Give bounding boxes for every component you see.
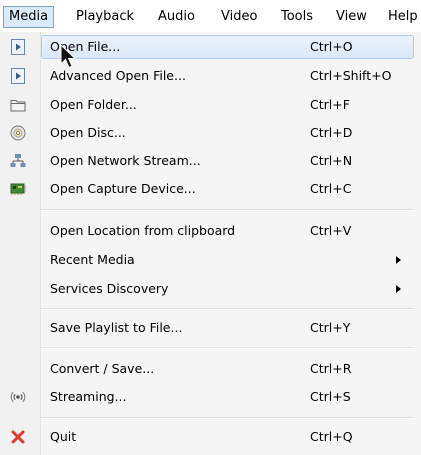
menubar-tools[interactable]: Tools	[276, 6, 318, 28]
menu-item-shortcut: Ctrl+O	[310, 39, 353, 54]
menu-item-shortcut: Ctrl+Q	[310, 429, 353, 444]
menubar-media[interactable]: Media	[3, 6, 55, 28]
menu-item-shortcut: Ctrl+R	[310, 361, 352, 376]
menu-item-label: Quit	[50, 429, 77, 444]
submenu-arrow-icon	[396, 256, 401, 264]
menubar-audio[interactable]: Audio	[153, 6, 200, 28]
menu-item-open-network-stream[interactable]: Open Network Stream... Ctrl+N	[0, 148, 421, 174]
menu-item-services-discovery[interactable]: Services Discovery	[0, 276, 421, 302]
capture-card-icon	[10, 181, 26, 197]
menu-item-save-playlist[interactable]: Save Playlist to File... Ctrl+Y	[0, 315, 421, 341]
menu-item-label: Services Discovery	[50, 281, 169, 296]
menu-separator	[41, 308, 414, 310]
menu-item-shortcut: Ctrl+D	[310, 125, 353, 140]
menu-item-shortcut: Ctrl+S	[310, 389, 351, 404]
quit-x-icon	[10, 429, 26, 445]
menu-item-label: Open Location from clipboard	[50, 223, 236, 238]
folder-icon	[10, 97, 26, 113]
menu-item-open-location-clipboard[interactable]: Open Location from clipboard Ctrl+V	[0, 218, 421, 244]
menubar-playback[interactable]: Playback	[71, 6, 139, 28]
disc-icon	[10, 125, 26, 141]
menu-item-quit[interactable]: Quit Ctrl+Q	[0, 424, 421, 450]
menubar-view[interactable]: View	[331, 6, 372, 28]
menu-item-open-disc[interactable]: Open Disc... Ctrl+D	[0, 120, 421, 146]
menu-item-streaming[interactable]: Streaming... Ctrl+S	[0, 384, 421, 410]
menu-separator	[41, 209, 414, 211]
menu-separator	[41, 417, 414, 419]
menu-item-label: Open Folder...	[50, 97, 137, 112]
menu-item-shortcut: Ctrl+F	[310, 97, 350, 112]
submenu-arrow-icon	[396, 285, 401, 293]
menu-item-open-folder[interactable]: Open Folder... Ctrl+F	[0, 92, 421, 118]
mouse-cursor-icon	[60, 44, 77, 69]
menu-item-label: Convert / Save...	[50, 361, 155, 376]
menu-separator	[41, 347, 414, 349]
menu-item-label: Save Playlist to File...	[50, 320, 183, 335]
streaming-icon	[10, 389, 26, 405]
menu-item-open-capture-device[interactable]: Open Capture Device... Ctrl+C	[0, 176, 421, 202]
media-menu: Open File... Ctrl+O Advanced Open File..…	[0, 32, 421, 455]
menu-item-label: Streaming...	[50, 389, 127, 404]
menu-item-shortcut: Ctrl+V	[310, 223, 352, 238]
menu-item-label: Open Capture Device...	[50, 181, 196, 196]
menu-item-shortcut: Ctrl+Y	[310, 320, 351, 335]
menu-item-convert-save[interactable]: Convert / Save... Ctrl+R	[0, 356, 421, 382]
menu-bar: Media Playback Audio Video Tools View He…	[0, 0, 421, 33]
play-file-icon	[10, 68, 26, 84]
menubar-help[interactable]: Help	[383, 6, 421, 28]
menu-item-label: Open Network Stream...	[50, 153, 201, 168]
menu-item-shortcut: Ctrl+N	[310, 153, 353, 168]
network-icon	[10, 153, 26, 169]
menu-item-label: Open Disc...	[50, 125, 126, 140]
menu-item-shortcut: Ctrl+C	[310, 181, 352, 196]
play-file-icon	[10, 39, 26, 55]
menu-item-recent-media[interactable]: Recent Media	[0, 247, 421, 273]
menu-item-shortcut: Ctrl+Shift+O	[310, 68, 392, 83]
menubar-video[interactable]: Video	[216, 6, 262, 28]
menu-item-label: Recent Media	[50, 252, 135, 267]
